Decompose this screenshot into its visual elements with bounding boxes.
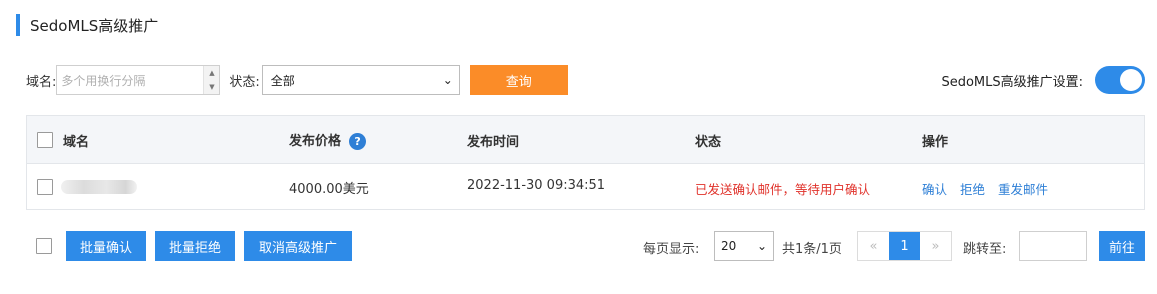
- scroll-down-icon[interactable]: ▼: [204, 80, 219, 94]
- batch-confirm-button[interactable]: 批量确认: [66, 231, 146, 261]
- column-header-price: 发布价格?: [289, 130, 367, 150]
- jump-page-input[interactable]: [1019, 231, 1087, 261]
- time-cell: 2022-11-30 09:34:51: [467, 178, 606, 193]
- promo-toggle[interactable]: [1095, 66, 1145, 94]
- table-header: 域名 发布价格? 发布时间 状态 操作: [27, 116, 1144, 164]
- pagination: « 1 »: [857, 231, 952, 261]
- domain-input[interactable]: ▲ ▼: [56, 65, 221, 95]
- column-header-domain: 域名: [63, 135, 90, 150]
- footer-select-all-checkbox[interactable]: [36, 238, 52, 254]
- promo-setting: SedoMLS高级推广设置:: [941, 66, 1145, 94]
- column-header-status: 状态: [695, 135, 722, 150]
- status-select[interactable]: 全部 ⌄: [261, 65, 460, 95]
- select-all-checkbox[interactable]: [37, 132, 53, 148]
- cancel-promo-button[interactable]: 取消高级推广: [244, 231, 352, 261]
- status-cell: 已发送确认邮件，等待用户确认: [695, 182, 871, 197]
- toggle-knob: [1120, 69, 1142, 91]
- page-size-label: 每页显示:: [643, 242, 700, 257]
- page-title: SedoMLS高级推广: [30, 16, 159, 35]
- jump-label: 跳转至:: [963, 242, 1007, 257]
- domain-input-scrollbar[interactable]: ▲ ▼: [203, 66, 220, 94]
- table-row: 4000.00美元 2022-11-30 09:34:51 已发送确认邮件，等待…: [27, 164, 1144, 210]
- resend-email-link[interactable]: 重发邮件: [998, 182, 1048, 197]
- domain-label: 域名:: [26, 74, 57, 90]
- confirm-link[interactable]: 确认: [922, 182, 947, 197]
- status-select-value: 全部: [270, 73, 295, 88]
- query-button[interactable]: 查询: [469, 65, 568, 95]
- promo-table: 域名 发布价格? 发布时间 状态 操作 4000.00美元 2022-11-30…: [26, 115, 1145, 210]
- domain-textarea[interactable]: [57, 66, 204, 94]
- price-cell: 4000.00美元: [289, 182, 369, 197]
- actions-cell: 确认 拒绝 重发邮件: [922, 179, 1061, 198]
- page-size-value: 20: [721, 239, 737, 253]
- batch-reject-button[interactable]: 批量拒绝: [155, 231, 235, 261]
- page-summary: 共1条/1页: [782, 242, 842, 257]
- scroll-up-icon[interactable]: ▲: [204, 66, 219, 80]
- column-header-actions: 操作: [922, 135, 949, 150]
- table-footer: 批量确认 批量拒绝 取消高级推广 每页显示: 20 ⌄ 共1条/1页 « 1 »…: [26, 231, 1145, 261]
- chevron-down-icon: ⌄: [756, 239, 767, 253]
- page-number-1[interactable]: 1: [889, 232, 920, 260]
- column-header-price-label: 发布价格: [289, 134, 342, 149]
- next-page-icon[interactable]: »: [920, 232, 951, 260]
- domain-cell-redacted: [61, 180, 137, 194]
- page: SedoMLS高级推广 域名: ▲ ▼ 状态: 全部 ⌄ 查询 SedoMLS高…: [0, 0, 1157, 294]
- go-button[interactable]: 前往: [1099, 231, 1145, 261]
- reject-link[interactable]: 拒绝: [960, 182, 985, 197]
- section-header: SedoMLS高级推广: [16, 14, 158, 36]
- filter-bar: 域名: ▲ ▼ 状态: 全部 ⌄ 查询 SedoMLS高级推广设置:: [26, 65, 1145, 95]
- page-size-select[interactable]: 20 ⌄: [714, 231, 774, 261]
- setting-label: SedoMLS高级推广设置:: [941, 74, 1083, 90]
- row-checkbox[interactable]: [37, 179, 53, 195]
- title-accent-bar: [16, 14, 20, 36]
- status-label: 状态:: [229, 74, 260, 90]
- column-header-time: 发布时间: [467, 135, 520, 150]
- help-icon[interactable]: ?: [349, 133, 367, 150]
- prev-page-icon[interactable]: «: [858, 232, 889, 260]
- chevron-down-icon: ⌄: [442, 73, 453, 87]
